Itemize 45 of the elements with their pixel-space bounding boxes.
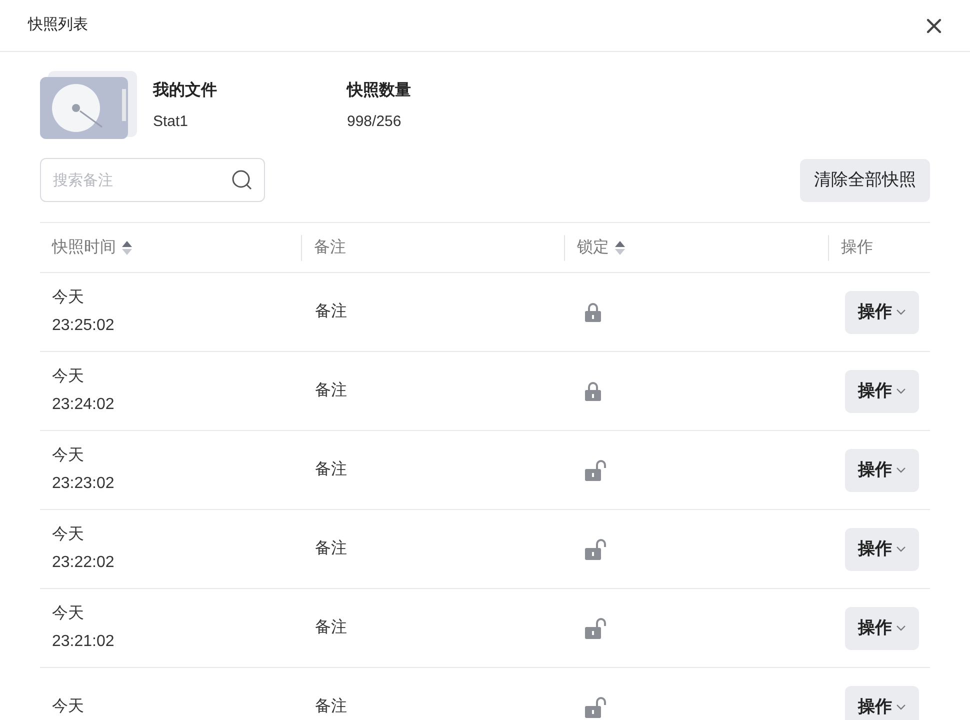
snapshot-count-label: 快照数量: [347, 80, 411, 101]
search-field[interactable]: 搜索备注: [40, 158, 265, 202]
close-icon[interactable]: [926, 18, 942, 34]
note-cell: 备注: [315, 382, 347, 399]
note-cell: 备注: [315, 461, 347, 478]
note-cell: 备注: [315, 698, 347, 715]
file-name: Stat1: [153, 112, 190, 132]
snapshot-date: 今天: [52, 697, 85, 717]
column-header: 锁定: [577, 238, 609, 258]
chevron-down-icon: [896, 546, 906, 552]
snapshot-time: 23:21:02: [52, 632, 116, 652]
snapshot-time: 23:22:02: [52, 553, 116, 573]
column-header: 操作: [841, 238, 873, 258]
action-dropdown-button[interactable]: 操作: [845, 448, 919, 492]
window-title: 快照列表: [28, 15, 88, 36]
action-dropdown-button[interactable]: 操作: [845, 528, 919, 570]
snapshot-date: 今天: [52, 604, 85, 624]
snapshot-date: 今天: [52, 367, 85, 387]
snapshot-time: 23:23:02: [52, 474, 116, 494]
action-dropdown-button[interactable]: 操作: [845, 686, 919, 720]
column-header: 快照时间: [52, 238, 116, 258]
sort-icon[interactable]: [615, 238, 625, 256]
search-icon[interactable]: [231, 169, 253, 191]
chevron-down-icon: [896, 309, 906, 315]
snapshot-count: 998/256: [347, 112, 402, 132]
note-cell: 备注: [315, 540, 347, 557]
action-dropdown-button[interactable]: 操作: [845, 370, 919, 412]
snapshot-date: 今天: [52, 288, 85, 308]
chevron-down-icon: [896, 467, 906, 473]
snapshot-time: 23:25:02: [52, 316, 116, 336]
note-cell: 备注: [315, 619, 347, 636]
column-header: 备注: [314, 238, 346, 258]
snapshot-time: 23:24:02: [52, 395, 116, 415]
chevron-down-icon: [896, 625, 906, 631]
action-dropdown-button[interactable]: 操作: [845, 290, 919, 334]
snapshot-date: 今天: [52, 525, 85, 545]
hard-drive-icon: [40, 71, 137, 139]
clear-all-button[interactable]: 清除全部快照: [800, 158, 930, 202]
file-label: 我的文件: [153, 80, 217, 101]
chevron-down-icon: [896, 388, 906, 394]
chevron-down-icon: [896, 704, 906, 710]
snapshot-date: 今天: [52, 446, 85, 466]
sort-icon[interactable]: [122, 238, 132, 256]
note-cell: 备注: [315, 303, 347, 320]
action-dropdown-button[interactable]: 操作: [845, 606, 919, 650]
